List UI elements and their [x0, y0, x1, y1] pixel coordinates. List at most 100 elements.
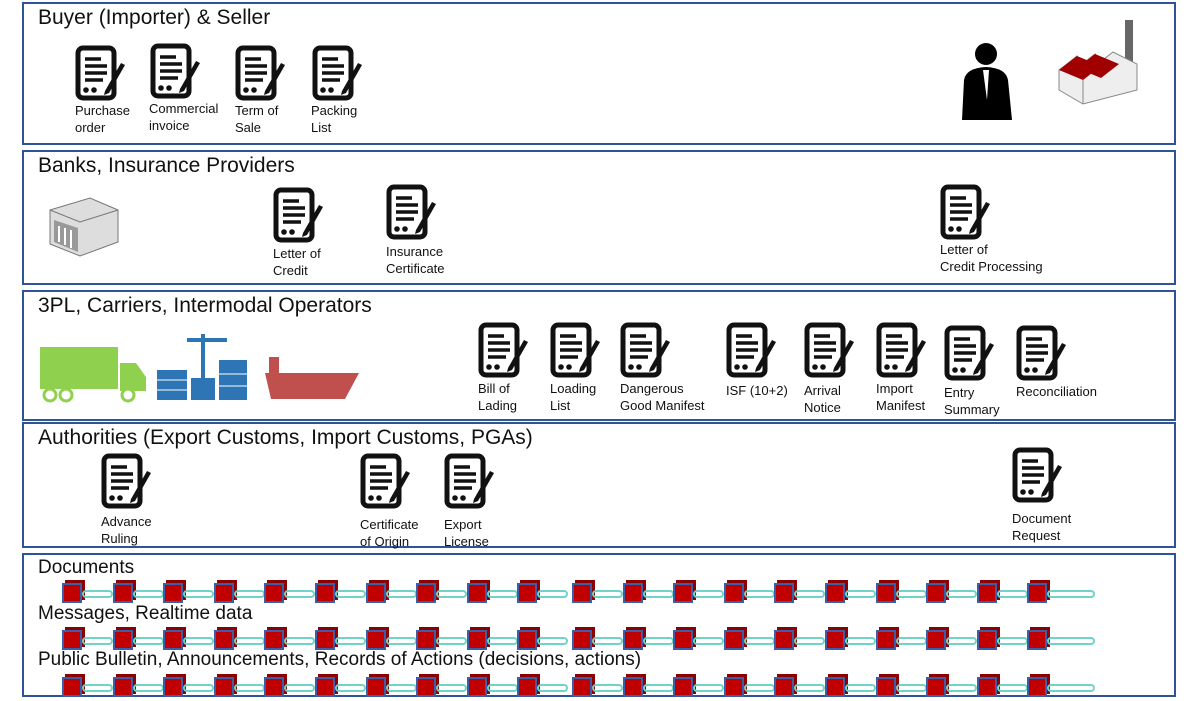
block-icon: [112, 677, 133, 697]
chain-link-icon: [592, 590, 623, 598]
document-label: Document Request: [1012, 510, 1071, 544]
document-icon: [478, 322, 538, 378]
block-icon: [62, 677, 82, 697]
document-label-line: Good Manifest: [620, 398, 705, 413]
document-icon: [944, 325, 1004, 381]
document-icon: [312, 45, 372, 101]
block-icon: [163, 583, 184, 603]
block-icon: [572, 677, 592, 697]
block-icon: [1027, 630, 1048, 650]
document-label-line: Arrival: [804, 383, 841, 398]
chain-link-icon: [436, 590, 468, 598]
chain-link-icon: [537, 590, 569, 598]
section-title: Buyer (Importer) & Seller: [38, 6, 271, 29]
document-label-line: Packing: [311, 103, 358, 118]
block-icon: [572, 583, 592, 603]
chain-link-icon: [895, 637, 927, 645]
document-label: Insurance Certificate: [386, 243, 445, 277]
chain-link-icon: [385, 590, 417, 598]
chain-link-icon: [132, 590, 164, 598]
document-label: Entry Summary: [944, 384, 1000, 418]
block-icon: [213, 677, 234, 697]
document-label: Dangerous Good Manifest: [620, 380, 705, 414]
block-icon: [112, 583, 133, 603]
chain-link-icon: [335, 637, 366, 645]
block-icon: [213, 630, 234, 650]
document-icon: [726, 322, 786, 378]
chain-link-icon: [845, 684, 876, 692]
chain-link-icon: [1047, 637, 1096, 645]
section-title: Authorities (Export Customs, Import Cust…: [38, 426, 533, 449]
document-icon: [75, 45, 135, 101]
port-crane-icon: [157, 330, 249, 407]
document-label-line: Purchase: [75, 103, 130, 118]
chain-link-icon: [845, 637, 876, 645]
chain-link-icon: [132, 684, 164, 692]
document-label-line: Certificate: [360, 517, 419, 532]
chain-link-icon: [845, 590, 876, 598]
chain-link-icon: [693, 637, 725, 645]
chain-link-icon: [996, 590, 1028, 598]
block-icon: [315, 630, 335, 650]
chain-link-icon: [794, 637, 826, 645]
block-icon: [673, 583, 694, 603]
document-icon: [386, 184, 446, 240]
chain-link-icon: [1047, 684, 1096, 692]
chain-link-icon: [895, 684, 927, 692]
truck-icon: [40, 345, 148, 408]
block-icon: [163, 677, 184, 697]
block-icon: [416, 630, 437, 650]
document-label: Import Manifest: [876, 380, 925, 414]
block-icon: [875, 583, 896, 603]
chain-link-icon: [385, 684, 417, 692]
block-icon: [976, 583, 997, 603]
chain-link-icon: [233, 590, 265, 598]
chain-link-icon: [743, 684, 775, 692]
document-label: Commercial invoice: [149, 100, 218, 134]
block-icon: [976, 677, 997, 697]
chain-link-icon: [183, 590, 215, 598]
chain-link-icon: [486, 637, 518, 645]
document-icon: [1016, 325, 1076, 381]
chain-link-icon: [233, 637, 265, 645]
document-icon: [150, 43, 210, 99]
document-label-line: Letter of: [940, 242, 988, 257]
block-icon: [112, 630, 133, 650]
document-label-line: List: [311, 120, 332, 135]
chain-link-icon: [436, 637, 468, 645]
document-label-line: Notice: [804, 400, 841, 415]
chain-link-icon: [486, 590, 518, 598]
document-label: Letter of Credit: [273, 245, 321, 279]
section-title: 3PL, Carriers, Intermodal Operators: [38, 294, 372, 317]
document-icon: [804, 322, 864, 378]
blockchain-row: [62, 677, 1096, 701]
block-icon: [466, 630, 487, 650]
document-label: Bill of Lading: [478, 380, 517, 414]
block-icon: [62, 583, 82, 603]
block-icon: [673, 630, 694, 650]
chain-link-icon: [537, 684, 569, 692]
document-label-line: Commercial: [149, 101, 219, 116]
chain-link-icon: [592, 684, 623, 692]
document-icon: [876, 322, 936, 378]
document-label: Arrival Notice: [804, 382, 841, 416]
chain-link-icon: [82, 637, 113, 645]
document-icon: [360, 453, 420, 509]
chain-link-icon: [82, 590, 113, 598]
block-icon: [264, 677, 285, 697]
document-icon: [550, 322, 610, 378]
block-icon: [416, 583, 437, 603]
block-icon: [62, 630, 82, 650]
chain-link-icon: [183, 637, 215, 645]
block-icon: [825, 583, 845, 603]
chain-link-icon: [284, 590, 316, 598]
chain-link-icon: [794, 590, 826, 598]
document-label-line: Entry: [944, 385, 975, 400]
block-icon: [315, 677, 335, 697]
document-label-line: Summary: [944, 402, 1000, 417]
chain-link-icon: [132, 637, 164, 645]
document-label-line: Ruling: [101, 531, 138, 546]
chain-link-icon: [385, 637, 417, 645]
block-icon: [365, 583, 386, 603]
chain-link-icon: [996, 684, 1028, 692]
